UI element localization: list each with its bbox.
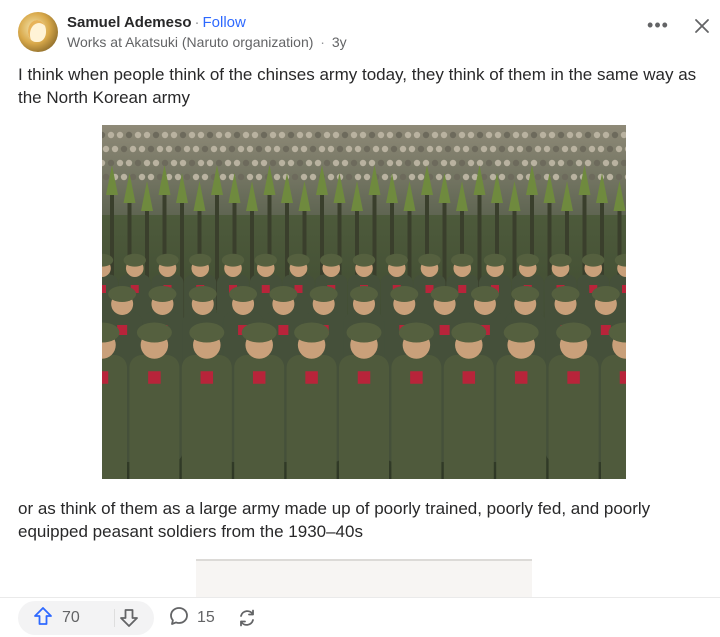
vote-pill: 70 <box>18 601 154 635</box>
downvote-arrow-icon <box>120 609 138 627</box>
follow-link[interactable]: Follow <box>203 14 246 31</box>
more-options-icon[interactable]: ••• <box>646 16 670 36</box>
action-bar: 70 15 <box>0 597 720 637</box>
post-paragraph-2: or as think of them as a large army made… <box>18 499 651 541</box>
credential-line: Works at Akatsuki (Naruto organization) … <box>67 34 347 50</box>
comment-icon <box>168 605 190 632</box>
close-icon[interactable] <box>690 14 714 38</box>
downvote-button[interactable] <box>118 607 140 629</box>
post-time[interactable]: 3y <box>332 34 347 50</box>
upvote-arrow-icon <box>32 605 54 632</box>
avatar[interactable] <box>18 12 58 52</box>
author-line: Samuel Ademeso · Follow <box>67 14 246 31</box>
comment-count: 15 <box>197 609 215 626</box>
comment-button[interactable]: 15 <box>168 605 215 632</box>
post-header: Samuel Ademeso · Follow Works at Akatsuki … <box>18 10 709 54</box>
time-separator: · <box>320 34 325 50</box>
post-image-soldiers[interactable] <box>102 125 626 479</box>
upvote-button[interactable]: 70 <box>32 605 80 632</box>
post-image-2-partial[interactable] <box>196 559 532 599</box>
separator-dot: · <box>194 14 200 31</box>
post-paragraph-1: I think when people think of the chinses… <box>18 65 697 107</box>
author-credential[interactable]: Works at Akatsuki (Naruto organization) <box>67 34 313 50</box>
upvote-count: 70 <box>62 609 80 626</box>
author-name[interactable]: Samuel Ademeso <box>67 14 192 31</box>
reshare-icon[interactable] <box>236 607 258 629</box>
vote-divider <box>114 609 115 627</box>
